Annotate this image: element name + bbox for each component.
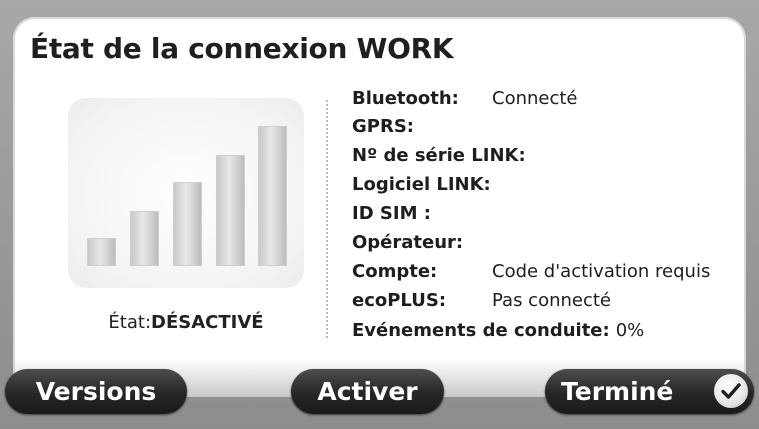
done-button[interactable]: Terminé bbox=[545, 369, 754, 414]
column-divider bbox=[326, 100, 328, 338]
status-label: État: bbox=[108, 312, 152, 333]
detail-row-gprs: GPRS: bbox=[352, 116, 414, 137]
signal-bar-5 bbox=[258, 126, 287, 266]
versions-button-label: Versions bbox=[35, 377, 157, 406]
page-title: État de la connexion WORK bbox=[30, 32, 454, 65]
signal-bar-2 bbox=[130, 211, 159, 266]
checkmark-icon bbox=[714, 374, 748, 408]
detail-row-operator: Opérateur: bbox=[352, 232, 464, 253]
connection-status: État:DÉSACTIVÉ bbox=[68, 312, 304, 333]
detail-row-account: Compte: Code d'activation requis bbox=[352, 261, 711, 282]
done-button-label: Terminé bbox=[561, 377, 674, 406]
detail-row-serial: Nº de série LINK: bbox=[352, 145, 526, 166]
signal-bar-1 bbox=[87, 238, 116, 266]
activate-button-label: Activer bbox=[317, 377, 418, 406]
activate-button[interactable]: Activer bbox=[291, 369, 444, 414]
versions-button[interactable]: Versions bbox=[5, 369, 187, 414]
detail-row-ecoplus: ecoPLUS: Pas connecté bbox=[352, 290, 612, 311]
connection-status-screen: État de la connexion WORK État:DÉSACTIVÉ… bbox=[0, 0, 759, 429]
detail-row-sim-id: ID SIM : bbox=[352, 203, 431, 224]
signal-bar-3 bbox=[173, 182, 202, 266]
status-value: DÉSACTIVÉ bbox=[151, 312, 264, 333]
signal-bar-4 bbox=[216, 155, 245, 266]
detail-row-driving-events: Evénements de conduite: 0% bbox=[352, 320, 645, 341]
detail-row-bluetooth: Bluetooth: Connecté bbox=[352, 88, 578, 109]
signal-bars-icon bbox=[68, 98, 304, 288]
detail-row-software: Logiciel LINK: bbox=[352, 174, 491, 195]
